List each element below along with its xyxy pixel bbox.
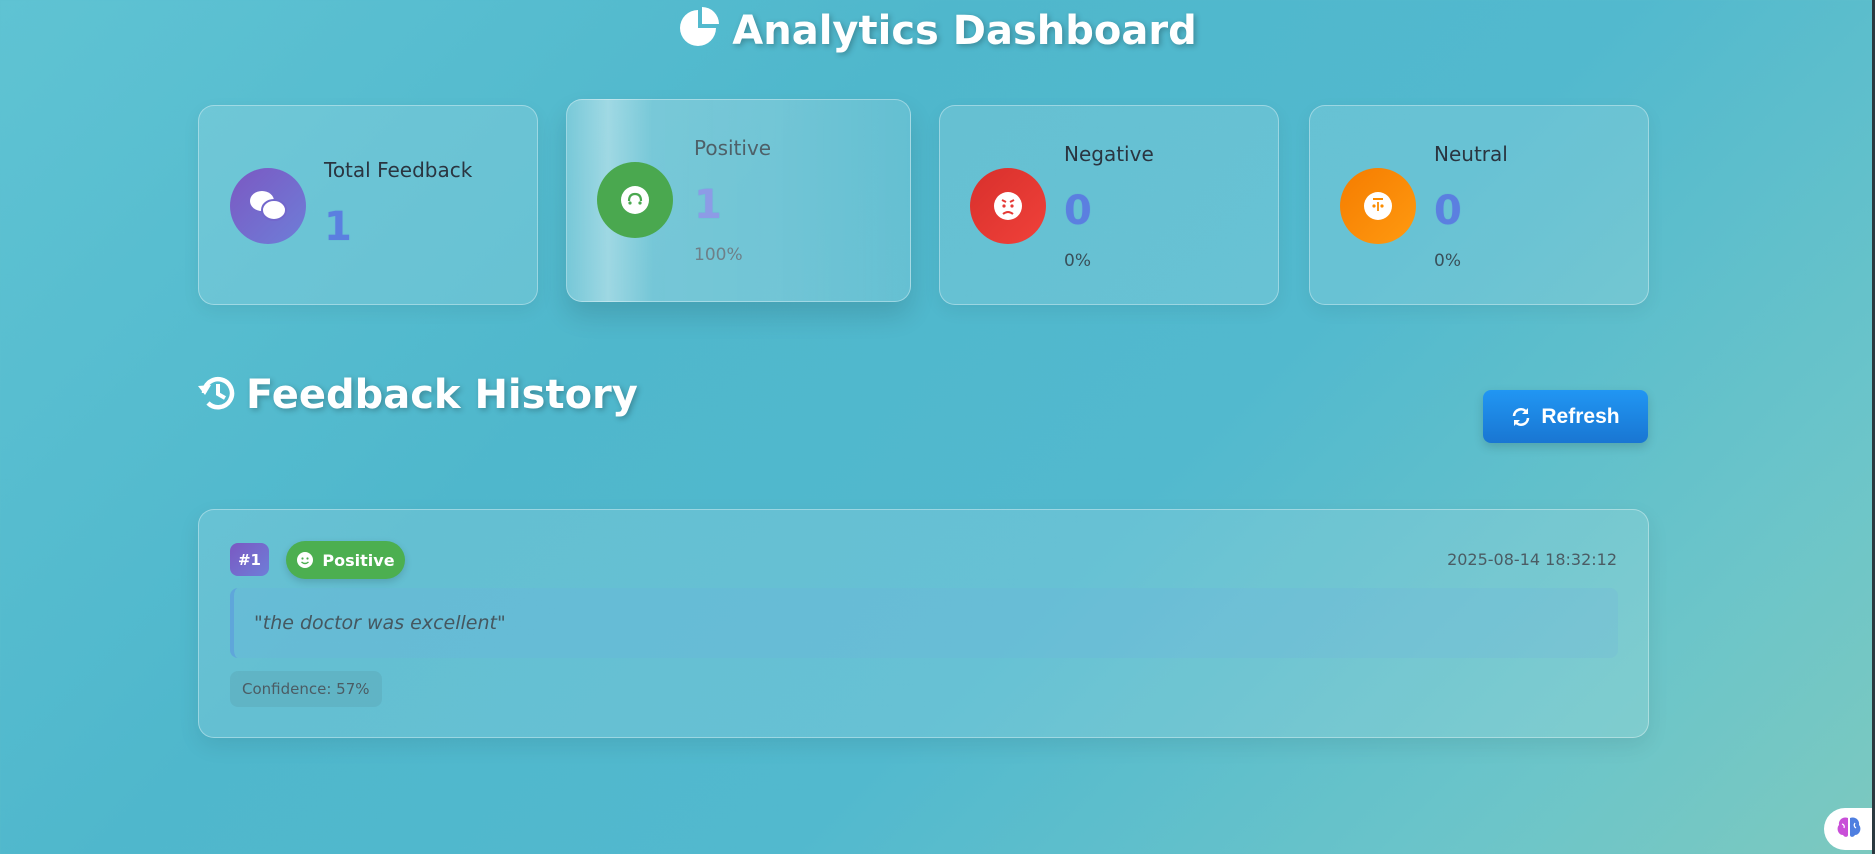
stat-percent: 100% [694, 245, 743, 265]
feedback-number-badge: #1 [230, 543, 269, 576]
stat-percent: 0% [1064, 251, 1091, 271]
stat-percent: 0% [1434, 251, 1461, 271]
stat-label: Neutral [1434, 142, 1508, 166]
feedback-timestamp: 2025-08-14 18:32:12 [1447, 550, 1617, 569]
stat-card-negative: Negative 0 0% [939, 105, 1279, 305]
section-title: Feedback History [196, 372, 638, 424]
stat-label: Negative [1064, 142, 1154, 166]
angry-icon [970, 168, 1046, 244]
neutral-face-icon [1340, 168, 1416, 244]
page-title-text: Analytics Dashboard [732, 8, 1197, 54]
history-icon [196, 372, 238, 424]
stat-value: 1 [324, 204, 352, 250]
smile-icon [597, 162, 673, 238]
section-title-text: Feedback History [246, 372, 638, 418]
stat-card-total: Total Feedback 1 [198, 105, 538, 305]
pie-chart-icon [678, 6, 722, 60]
sync-icon [1511, 407, 1531, 427]
page-title: Analytics Dashboard [0, 6, 1875, 60]
feedback-text: "the doctor was excellent" [230, 588, 1618, 658]
refresh-button-label: Refresh [1541, 404, 1620, 428]
comments-icon [230, 168, 306, 244]
refresh-button[interactable]: Refresh [1483, 390, 1648, 443]
sentiment-label: Positive [322, 550, 395, 570]
feedback-item: #1 Positive 2025-08-14 18:32:12 "the doc… [198, 509, 1649, 738]
confidence-badge: Confidence: 57% [230, 671, 382, 707]
brain-widget-button[interactable] [1824, 808, 1875, 850]
smile-icon [296, 551, 314, 569]
brain-icon [1836, 815, 1862, 843]
stat-card-neutral: Neutral 0 0% [1309, 105, 1649, 305]
stat-label: Total Feedback [324, 158, 473, 182]
sentiment-badge: Positive [286, 541, 405, 579]
stat-value: 1 [694, 182, 722, 228]
stat-value: 0 [1064, 188, 1092, 234]
stat-label: Positive [694, 136, 772, 160]
stat-card-positive: Positive 1 100% [566, 99, 911, 302]
stat-value: 0 [1434, 188, 1462, 234]
